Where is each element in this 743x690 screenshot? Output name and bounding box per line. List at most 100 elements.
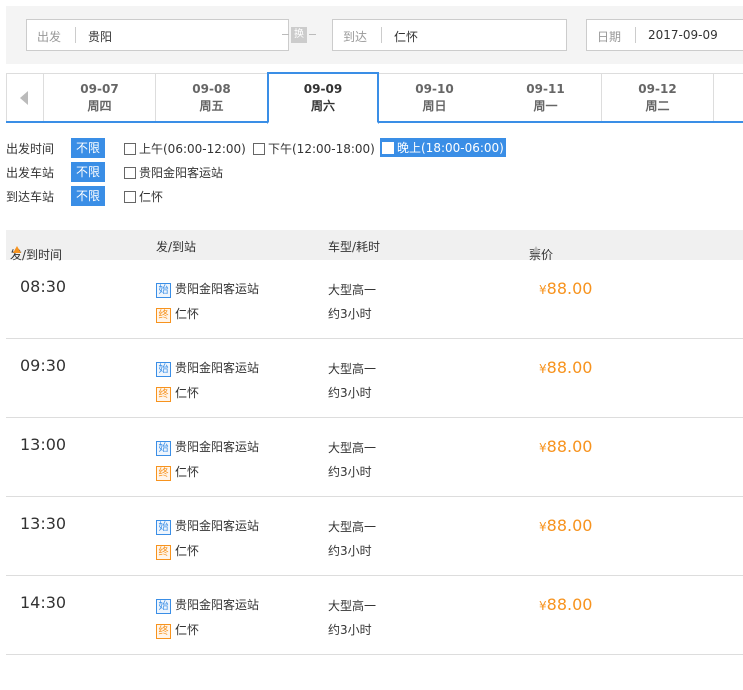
filter-all-tag[interactable]: 不限 [71, 162, 105, 182]
table-row[interactable]: 09:30 始贵阳金阳客运站 终仁怀 大型高一 约3小时 ¥88.00 [6, 339, 743, 418]
option-label: 下午(12:00-18:00) [268, 142, 375, 156]
ticket-price: ¥88.00 [539, 595, 592, 614]
start-badge-icon: 始 [156, 283, 171, 298]
swap-left-arrow-icon [282, 34, 289, 35]
filter-option-morning[interactable]: 上午(06:00-12:00) [124, 140, 246, 156]
from-station: 始贵阳金阳客运站 [156, 596, 259, 614]
price-amount: 88.00 [546, 358, 593, 377]
field-divider [75, 27, 76, 43]
table-row[interactable]: 14:30 始贵阳金阳客运站 终仁怀 大型高一 约3小时 ¥88.00 [6, 576, 743, 655]
start-badge-icon: 始 [156, 441, 171, 456]
departure-time: 13:00 [20, 435, 67, 454]
tab-weekday: 周一 [533, 99, 558, 113]
price-amount: 88.00 [546, 437, 593, 456]
end-badge-icon: 终 [156, 466, 171, 481]
search-bar: 出发 贵阳 换 到达 仁怀 日期 2017-09-09 [6, 6, 743, 64]
departure-time: 13:30 [20, 514, 67, 533]
to-station: 终仁怀 [156, 384, 199, 402]
depart-city-field[interactable]: 出发 贵阳 [26, 19, 289, 51]
bus-type: 大型高一 [328, 441, 377, 455]
checkbox[interactable] [124, 143, 136, 155]
option-label: 仁怀 [139, 190, 164, 204]
tab-weekday: 周六 [310, 99, 335, 113]
table-row[interactable]: 13:00 始贵阳金阳客运站 终仁怀 大型高一 约3小时 ¥88.00 [6, 418, 743, 497]
from-station-name: 贵阳金阳客运站 [175, 440, 260, 454]
checkbox[interactable] [382, 142, 394, 154]
to-station: 终仁怀 [156, 463, 199, 481]
filter-option-afternoon[interactable]: 下午(12:00-18:00) [253, 140, 375, 156]
filter-option-evening[interactable]: 晚上(18:00-06:00) [380, 138, 506, 157]
to-station-name: 仁怀 [175, 544, 200, 558]
table-row[interactable]: 13:30 始贵阳金阳客运站 终仁怀 大型高一 约3小时 ¥88.00 [6, 497, 743, 576]
start-badge-icon: 始 [156, 362, 171, 377]
filter-arrive-station: 到达车站 不限 仁怀 [6, 186, 743, 206]
end-badge-icon: 终 [156, 308, 171, 323]
departure-time: 09:30 [20, 356, 67, 375]
duration: 约3小时 [328, 386, 372, 400]
date-tab-next-partial[interactable] [714, 73, 743, 121]
price-amount: 88.00 [546, 595, 593, 614]
to-station-name: 仁怀 [175, 386, 200, 400]
date-field[interactable]: 日期 2017-09-09 [586, 19, 743, 51]
bus-type: 大型高一 [328, 599, 377, 613]
price-amount: 88.00 [546, 279, 593, 298]
arrive-label: 到达 [343, 30, 368, 44]
checkbox[interactable] [124, 167, 136, 179]
ticket-price: ¥88.00 [539, 358, 592, 377]
to-station-name: 仁怀 [175, 465, 200, 479]
from-station: 始贵阳金阳客运站 [156, 517, 259, 535]
date-tab-0912[interactable]: 09-12 周二 [602, 73, 714, 121]
date-tab-0910[interactable]: 09-10 周日 [379, 73, 491, 121]
from-station: 始贵阳金阳客运站 [156, 280, 259, 298]
to-station: 终仁怀 [156, 621, 199, 639]
filter-all-tag[interactable]: 不限 [71, 186, 105, 206]
start-badge-icon: 始 [156, 599, 171, 614]
sort-up-icon[interactable] [532, 246, 540, 253]
filter-label: 到达车站 [6, 190, 55, 204]
currency: ¥ [539, 520, 547, 534]
duration: 约3小时 [328, 307, 372, 321]
table-header: 发/到时间 发/到站 车型/耗时 票价 [6, 230, 743, 262]
sort-up-icon[interactable] [13, 246, 21, 253]
filter-all-tag[interactable]: 不限 [71, 138, 105, 158]
to-station-name: 仁怀 [175, 307, 200, 321]
to-station: 终仁怀 [156, 542, 199, 560]
start-badge-icon: 始 [156, 520, 171, 535]
option-label: 晚上(18:00-06:00) [397, 141, 504, 155]
swap-icon[interactable]: 换 [291, 27, 307, 43]
table-row[interactable]: 08:30 始贵阳金阳客运站 终仁怀 大型高一 约3小时 ¥88.00 [6, 260, 743, 339]
currency: ¥ [539, 362, 547, 376]
filter-label: 出发时间 [6, 142, 55, 156]
header-station: 发/到站 [156, 240, 197, 254]
end-badge-icon: 终 [156, 545, 171, 560]
swap-cities-button[interactable]: 换 [282, 27, 316, 43]
tab-date: 09-11 [526, 82, 565, 96]
date-tab-0911[interactable]: 09-11 周一 [490, 73, 602, 121]
arrive-city-field[interactable]: 到达 仁怀 [332, 19, 567, 51]
filter-depart-time: 出发时间 不限 上午(06:00-12:00) 下午(12:00-18:00) … [6, 138, 743, 158]
arrive-city-value[interactable]: 仁怀 [394, 28, 418, 45]
prev-dates-button[interactable] [6, 73, 44, 121]
from-station-name: 贵阳金阳客运站 [175, 598, 260, 612]
from-station: 始贵阳金阳客运站 [156, 359, 259, 377]
date-tab-0907[interactable]: 09-07 周四 [44, 73, 156, 121]
option-label: 贵阳金阳客运站 [139, 166, 224, 180]
date-tabs: 09-07 周四 09-08 周五 09-09 周六 09-10 周日 09-1… [6, 72, 743, 124]
date-value[interactable]: 2017-09-09 [648, 28, 718, 42]
depart-city-value[interactable]: 贵阳 [88, 28, 112, 45]
filter-option-station[interactable]: 贵阳金阳客运站 [124, 164, 223, 180]
filter-label: 出发车站 [6, 166, 55, 180]
tab-weekday: 周二 [645, 99, 670, 113]
checkbox[interactable] [124, 191, 136, 203]
currency: ¥ [539, 283, 547, 297]
ticket-price: ¥88.00 [539, 279, 592, 298]
date-tab-0908[interactable]: 09-08 周五 [156, 73, 268, 121]
tab-date: 09-12 [638, 82, 677, 96]
filter-option-station[interactable]: 仁怀 [124, 188, 163, 204]
from-station-name: 贵阳金阳客运站 [175, 361, 260, 375]
bus-type: 大型高一 [328, 283, 377, 297]
currency: ¥ [539, 441, 547, 455]
checkbox[interactable] [253, 143, 265, 155]
date-tab-0909[interactable]: 09-09 周六 [267, 72, 379, 124]
end-badge-icon: 终 [156, 387, 171, 402]
